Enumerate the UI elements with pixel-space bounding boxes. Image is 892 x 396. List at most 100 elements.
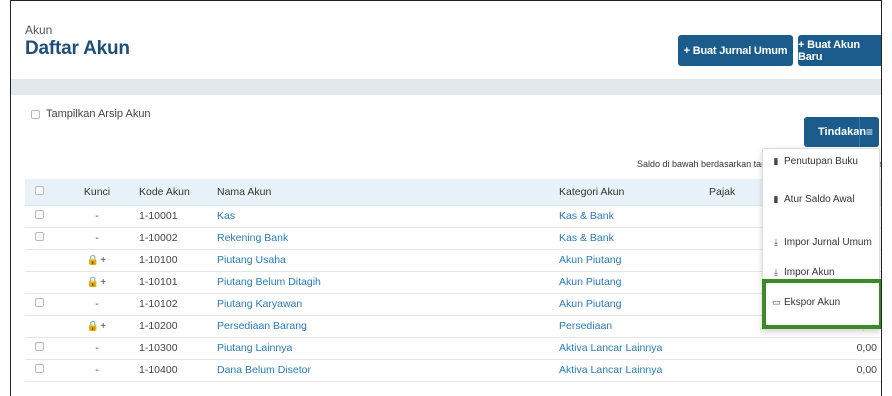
row-nama-cell: Dana Belum Disetor (217, 359, 559, 382)
account-category-link[interactable]: Akun Piutang (559, 298, 621, 310)
select-all-checkbox[interactable] (35, 185, 44, 195)
row-kunci: 🔒+ (55, 315, 139, 338)
account-name-link[interactable]: Piutang Lainnya (217, 342, 292, 354)
row-kunci: 🔒+ (55, 249, 139, 272)
menu-item-label: Impor Jurnal Umum (784, 237, 872, 248)
account-name-link[interactable]: Dana Belum Disetor (217, 364, 311, 376)
table-row[interactable]: 🔒+ 1-10100 Piutang Usaha Akun Piutang (25, 249, 881, 272)
account-category-link[interactable]: Kas & Bank (559, 210, 614, 222)
lock-icon: 🔒+ (86, 321, 108, 332)
page-title: Daftar Akun (25, 38, 130, 59)
account-category-link[interactable]: Kas & Bank (559, 232, 614, 244)
row-kunci: - (55, 293, 139, 316)
account-name-link[interactable]: Kas (217, 210, 235, 222)
row-kode: 1-10101 (139, 271, 217, 294)
row-nama-cell: Kas (217, 205, 559, 228)
row-checkbox[interactable] (35, 298, 44, 307)
lock-icon: 🔒+ (86, 277, 108, 288)
account-category-link[interactable]: Akun Piutang (559, 254, 621, 266)
lock-icon: 🔒+ (86, 255, 108, 266)
table-header-row: Kunci Kode Akun Nama Akun Kategori Akun … (25, 179, 881, 206)
show-archive-toggle[interactable]: Tampilkan Arsip Akun (31, 108, 151, 120)
download-icon: ⤓ (774, 237, 778, 247)
row-nama-cell: Piutang Karyawan (217, 293, 559, 316)
actions-button-label: Tindakan (818, 126, 867, 138)
col-kode[interactable]: Kode Akun (139, 179, 217, 206)
row-checkbox[interactable] (35, 364, 44, 373)
show-archive-label: Tampilkan Arsip Akun (46, 108, 151, 120)
account-category-link[interactable]: Persediaan (559, 320, 612, 332)
menu-item-impor-akun[interactable]: ⤓ Impor Akun (772, 267, 835, 278)
account-name-link[interactable]: Piutang Belum Ditagih (217, 276, 321, 288)
row-pajak (709, 227, 769, 250)
row-kunci: - (55, 359, 139, 382)
row-kategori-cell: Akun Piutang (559, 271, 709, 294)
row-kode: 1-10102 (139, 293, 217, 316)
account-category-link[interactable]: Akun Piutang (559, 276, 621, 288)
app-window: Akun Daftar Akun + Buat Jurnal Umum + Bu… (10, 0, 882, 396)
row-kode: 1-10300 (139, 337, 217, 360)
row-kunci: - (55, 337, 139, 360)
row-kategori-cell: Kas & Bank (559, 205, 709, 228)
row-kunci: - (55, 205, 139, 228)
menu-item-label: Atur Saldo Awal (784, 194, 855, 205)
menu-icon: ≡ (859, 117, 879, 147)
table-row[interactable]: - 1-10400 Dana Belum Disetor Aktiva Lancar … (25, 359, 881, 382)
breadcrumb[interactable]: Akun (25, 23, 52, 37)
row-checkbox-cell (25, 227, 55, 250)
row-nama-cell: Piutang Usaha (217, 249, 559, 272)
menu-item-penutupan-buku[interactable]: ▮ Penutupan Buku (772, 156, 858, 167)
account-name-link[interactable]: Piutang Usaha (217, 254, 286, 266)
row-checkbox[interactable] (35, 342, 44, 351)
show-archive-checkbox[interactable] (31, 109, 40, 119)
table-row[interactable]: - 1-10300 Piutang Lainnya Aktiva Lancar Lai… (25, 337, 881, 360)
table-row[interactable]: 🔒+1-10200Persediaan BarangPersediaan1.64… (25, 315, 881, 338)
row-kunci-value: - (95, 342, 99, 354)
highlight-box (762, 279, 881, 329)
row-checkbox-cell (25, 205, 55, 228)
menu-item-atur-saldo-awal[interactable]: ▮ Atur Saldo Awal (772, 194, 855, 205)
row-checkbox-cell (25, 249, 55, 272)
account-category-link[interactable]: Aktiva Lancar Lainnya (559, 364, 662, 376)
col-kategori[interactable]: Kategori Akun (559, 179, 709, 206)
row-kunci-value: - (95, 364, 99, 376)
row-checkbox-cell (25, 293, 55, 316)
row-kode: 1-10001 (139, 205, 217, 228)
menu-item-impor-jurnal-umum[interactable]: ⤓ Impor Jurnal Umum (772, 237, 872, 248)
select-all-cell (25, 179, 55, 206)
table-row[interactable]: 🔒+ 1-10101 Piutang Belum Ditagih Akun Piuta… (25, 271, 881, 294)
account-name-link[interactable]: Persediaan Barang (217, 320, 307, 332)
col-nama[interactable]: Nama Akun (217, 179, 559, 206)
col-pajak[interactable]: Pajak (709, 179, 769, 206)
row-pajak (709, 205, 769, 228)
account-name-link[interactable]: Piutang Karyawan (217, 298, 302, 310)
table-row[interactable]: - 1-10102 Piutang Karyawan Akun Piutang (25, 293, 881, 316)
create-journal-button[interactable]: + Buat Jurnal Umum (678, 35, 793, 66)
row-checkbox[interactable] (35, 232, 44, 241)
table-row[interactable]: - 1-10002 Rekening Bank Kas & Bank (25, 227, 881, 250)
row-saldo: 0,00 (769, 337, 881, 360)
row-kode: 1-10100 (139, 249, 217, 272)
book-icon: ▮ (773, 194, 779, 204)
table-row[interactable]: - 1-10001 Kas Kas & Bank (25, 205, 881, 228)
download-icon: ⤓ (774, 267, 778, 277)
row-pajak (709, 249, 769, 272)
actions-button[interactable]: Tindakan ≡ (804, 117, 879, 147)
row-kategori-cell: Aktiva Lancar Lainnya (559, 337, 709, 360)
account-category-link[interactable]: Aktiva Lancar Lainnya (559, 342, 662, 354)
row-kunci: 🔒+ (55, 271, 139, 294)
row-kode: 1-10400 (139, 359, 217, 382)
row-checkbox[interactable] (35, 210, 44, 219)
row-nama-cell: Persediaan Barang (217, 315, 559, 338)
row-kunci: - (55, 227, 139, 250)
row-kode: 1-10200 (139, 315, 217, 338)
book-icon: ▮ (773, 156, 779, 166)
row-checkbox-cell (25, 271, 55, 294)
row-kategori-cell: Kas & Bank (559, 227, 709, 250)
row-kunci-value: - (95, 298, 99, 310)
create-account-button[interactable]: + Buat Akun Baru (798, 35, 881, 66)
row-nama-cell: Rekening Bank (217, 227, 559, 250)
col-kunci[interactable]: Kunci (55, 179, 139, 206)
header-divider (11, 79, 881, 95)
account-name-link[interactable]: Rekening Bank (217, 232, 288, 244)
